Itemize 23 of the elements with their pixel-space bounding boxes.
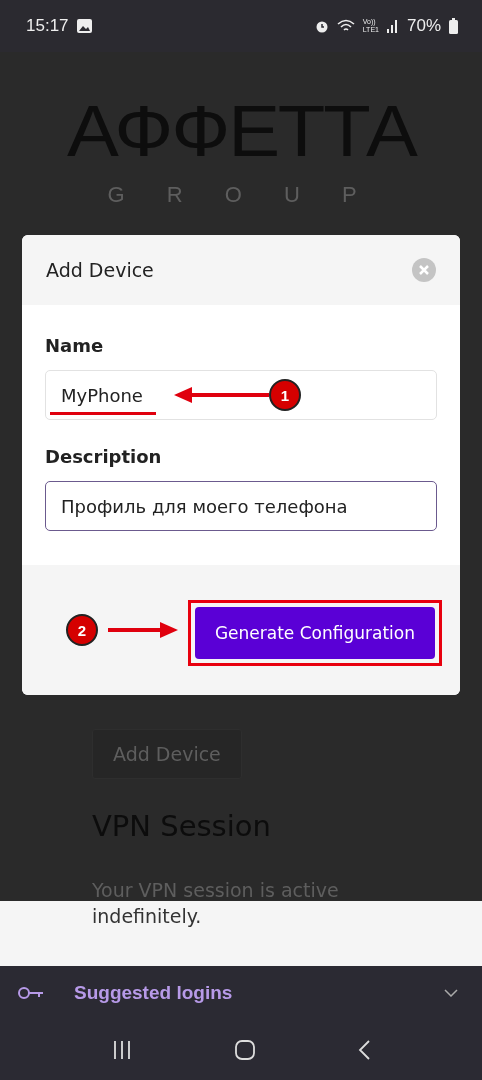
name-field[interactable]: MyPhone 1	[45, 370, 437, 420]
description-field[interactable]: Профиль для моего телефона	[45, 481, 437, 531]
battery-icon	[449, 18, 458, 34]
field-label: Name	[45, 335, 105, 356]
dialog-title: Add Device	[46, 259, 154, 281]
clock: 15:17	[26, 16, 69, 36]
session-text: indefinitely.	[92, 905, 202, 927]
key-icon	[18, 986, 44, 1000]
back-icon[interactable]	[358, 1040, 371, 1060]
chevron-down-icon[interactable]	[444, 989, 458, 997]
step-badge: 2	[65, 614, 98, 646]
step-badge: 1	[269, 379, 301, 411]
field-label: Description	[45, 446, 163, 467]
generate-button[interactable]: Generate Configuration	[194, 607, 435, 659]
battery-percent: 70%	[406, 16, 441, 36]
suggested-logins-label[interactable]: Suggested logins	[74, 982, 233, 1004]
home-icon[interactable]	[235, 1040, 255, 1060]
recent-apps-icon[interactable]	[111, 1041, 132, 1059]
wifi-icon	[336, 19, 355, 33]
alarm-icon	[314, 19, 329, 33]
gallery-icon	[76, 19, 92, 33]
signal-icon	[386, 19, 399, 33]
arrow	[107, 622, 178, 638]
